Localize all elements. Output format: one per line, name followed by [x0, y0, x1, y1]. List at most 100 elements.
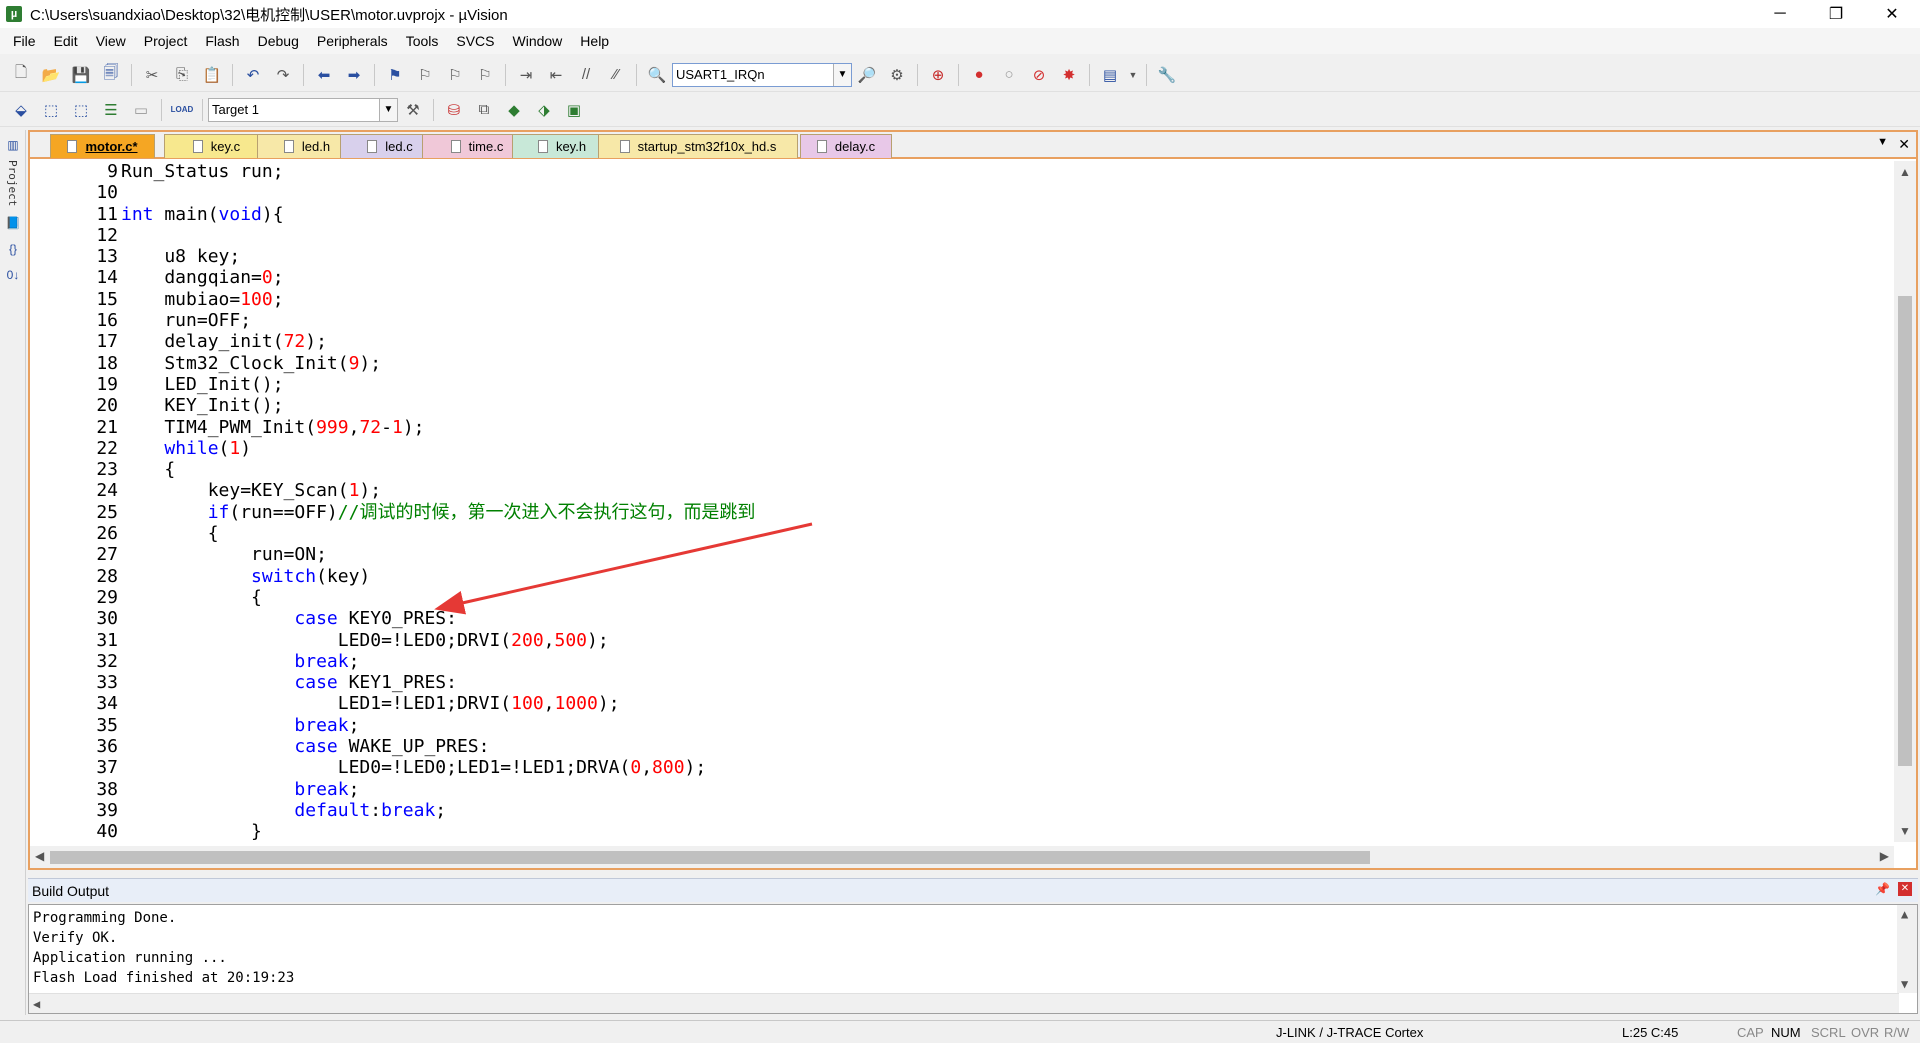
scroll-thumb[interactable] — [50, 851, 1370, 864]
code-line[interactable]: 14 dangqian=0; — [30, 267, 1892, 288]
tab-list-dropdown-icon[interactable]: ▼ — [1877, 136, 1888, 148]
scroll-up-icon[interactable]: ▲ — [1901, 907, 1908, 921]
debug-session-icon[interactable]: ⊕ — [925, 62, 951, 88]
maximize-button[interactable]: ❐ — [1808, 0, 1864, 28]
editor-horizontal-scrollbar[interactable]: ◀ ▶ — [30, 846, 1894, 868]
code-line[interactable]: 33 case KEY1_PRES: — [30, 672, 1892, 693]
code-line[interactable]: 17 delay_init(72); — [30, 331, 1892, 352]
menu-window[interactable]: Window — [504, 28, 572, 54]
code-line[interactable]: 39 default:break; — [30, 800, 1892, 821]
scroll-down-icon[interactable]: ▼ — [1899, 824, 1911, 838]
scroll-left-icon[interactable]: ◀ — [35, 849, 44, 863]
file-extensions-icon[interactable]: ⧉ — [471, 97, 497, 123]
copy-icon[interactable]: ⎘ — [169, 62, 195, 88]
layout-dropdown-icon[interactable]: ▼ — [1127, 62, 1139, 88]
scroll-right-icon[interactable]: ▶ — [1880, 849, 1889, 863]
find-icon[interactable]: 🔎 — [854, 62, 880, 88]
unindent-icon[interactable]: ⇤ — [543, 62, 569, 88]
pin-icon[interactable]: 📌 — [1875, 882, 1890, 896]
code-line[interactable]: 28 switch(key) — [30, 566, 1892, 587]
code-line[interactable]: 35 break; — [30, 715, 1892, 736]
code-line[interactable]: 9 Run_Status run; — [30, 161, 1892, 182]
undo-icon[interactable]: ↶ — [240, 62, 266, 88]
tab-key-c[interactable]: key.c — [164, 134, 269, 158]
templates-icon[interactable]: 0↓ — [2, 264, 24, 286]
translate-icon[interactable]: ⬙ — [8, 97, 34, 123]
comment-icon[interactable]: // — [573, 62, 599, 88]
code-line[interactable]: 12 — [30, 225, 1892, 246]
build-output-vertical-scrollbar[interactable]: ▲ ▼ — [1897, 905, 1917, 993]
enable-breakpoint-icon[interactable]: ○ — [996, 62, 1022, 88]
pack-installer-icon[interactable]: ⬗ — [531, 97, 557, 123]
code-line[interactable]: 22 while(1) — [30, 438, 1892, 459]
menu-flash[interactable]: Flash — [196, 28, 248, 54]
navigate-forward-icon[interactable]: ➡ — [341, 62, 367, 88]
batch-build-icon[interactable]: ☰ — [98, 97, 124, 123]
books-icon[interactable]: 📘 — [2, 212, 24, 234]
insert-breakpoint-icon[interactable]: ● — [966, 62, 992, 88]
code-line[interactable]: 10 — [30, 182, 1892, 203]
clear-bookmarks-icon[interactable]: ⚐ — [472, 62, 498, 88]
code-line[interactable]: 25 if(run==OFF)//调试的时候，第一次进入不会执行这句，而是跳到 — [30, 502, 1892, 523]
menu-project[interactable]: Project — [135, 28, 197, 54]
close-button[interactable]: ✕ — [1864, 0, 1920, 28]
indent-icon[interactable]: ⇥ — [513, 62, 539, 88]
minimize-button[interactable]: ─ — [1752, 0, 1808, 28]
code-line[interactable]: 38 break; — [30, 779, 1892, 800]
close-icon[interactable]: ✕ — [1898, 882, 1912, 896]
code-line[interactable]: 15 mubiao=100; — [30, 289, 1892, 310]
code-line[interactable]: 30 case KEY0_PRES: — [30, 608, 1892, 629]
load-icon[interactable]: LOAD — [169, 97, 195, 123]
code-line[interactable]: 24 key=KEY_Scan(1); — [30, 480, 1892, 501]
chevron-down-icon[interactable]: ▼ — [379, 98, 397, 121]
disable-breakpoints-icon[interactable]: ⊘ — [1026, 62, 1052, 88]
find-combo[interactable]: USART1_IRQn ▼ — [672, 62, 852, 87]
code-line[interactable]: 16 run=OFF; — [30, 310, 1892, 331]
menu-edit[interactable]: Edit — [45, 28, 87, 54]
code-line[interactable]: 29 { — [30, 587, 1892, 608]
prev-bookmark-icon[interactable]: ⚐ — [412, 62, 438, 88]
code-line[interactable]: 40 } — [30, 821, 1892, 842]
configure-icon[interactable]: 🔧 — [1154, 62, 1180, 88]
build-output-horizontal-scrollbar[interactable]: ◀ — [29, 993, 1899, 1013]
code-line[interactable]: 26 { — [30, 523, 1892, 544]
close-tab-icon[interactable]: ✕ — [1898, 136, 1910, 153]
functions-icon[interactable]: {} — [2, 238, 24, 260]
code-line[interactable]: 34 LED1=!LED1;DRVI(100,1000); — [30, 693, 1892, 714]
scroll-left-icon[interactable]: ◀ — [33, 997, 40, 1011]
code-line[interactable]: 36 case WAKE_UP_PRES: — [30, 736, 1892, 757]
project-window-icon[interactable]: ▥ — [2, 134, 24, 156]
tab-startup-s[interactable]: startup_stm32f10x_hd.s — [598, 134, 798, 158]
kill-breakpoints-icon[interactable]: ✸ — [1056, 62, 1082, 88]
build-output-panel[interactable]: Programming Done. Verify OK. Application… — [28, 904, 1918, 1014]
stop-build-icon[interactable]: ▭ — [128, 97, 154, 123]
code-line[interactable]: 37 LED0=!LED0;LED1=!LED1;DRVA(0,800); — [30, 757, 1892, 778]
rebuild-icon[interactable]: ⬚ — [68, 97, 94, 123]
target-options-icon[interactable]: ⚒ — [400, 97, 426, 123]
menu-debug[interactable]: Debug — [249, 28, 308, 54]
code-line[interactable]: 23 { — [30, 459, 1892, 480]
scroll-down-icon[interactable]: ▼ — [1901, 977, 1908, 991]
build-icon[interactable]: ⬚ — [38, 97, 64, 123]
next-bookmark-icon[interactable]: ⚐ — [442, 62, 468, 88]
menu-peripherals[interactable]: Peripherals — [308, 28, 397, 54]
scroll-up-icon[interactable]: ▲ — [1899, 165, 1911, 179]
code-line[interactable]: 13 u8 key; — [30, 246, 1892, 267]
menu-tools[interactable]: Tools — [397, 28, 448, 54]
save-all-icon[interactable]: 🗐 — [98, 62, 124, 88]
editor-vertical-scrollbar[interactable]: ▲ ▼ — [1894, 161, 1916, 842]
navigate-back-icon[interactable]: ⬅ — [311, 62, 337, 88]
scroll-thumb[interactable] — [1898, 296, 1912, 766]
tab-motor-c[interactable]: motor.c* — [50, 134, 155, 158]
find-in-files-icon[interactable]: 🔍 — [644, 62, 670, 88]
incremental-find-icon[interactable]: ⚙ — [884, 62, 910, 88]
redo-icon[interactable]: ↷ — [270, 62, 296, 88]
window-layout-icon[interactable]: ▤ — [1097, 62, 1123, 88]
cut-icon[interactable]: ✂ — [139, 62, 165, 88]
new-file-icon[interactable]: 🗋 — [8, 62, 34, 88]
code-line[interactable]: 19 LED_Init(); — [30, 374, 1892, 395]
save-icon[interactable]: 💾 — [68, 62, 94, 88]
project-tab-label[interactable]: Project — [6, 160, 19, 206]
chevron-down-icon[interactable]: ▼ — [833, 63, 851, 86]
code-line[interactable]: 18 Stm32_Clock_Init(9); — [30, 353, 1892, 374]
